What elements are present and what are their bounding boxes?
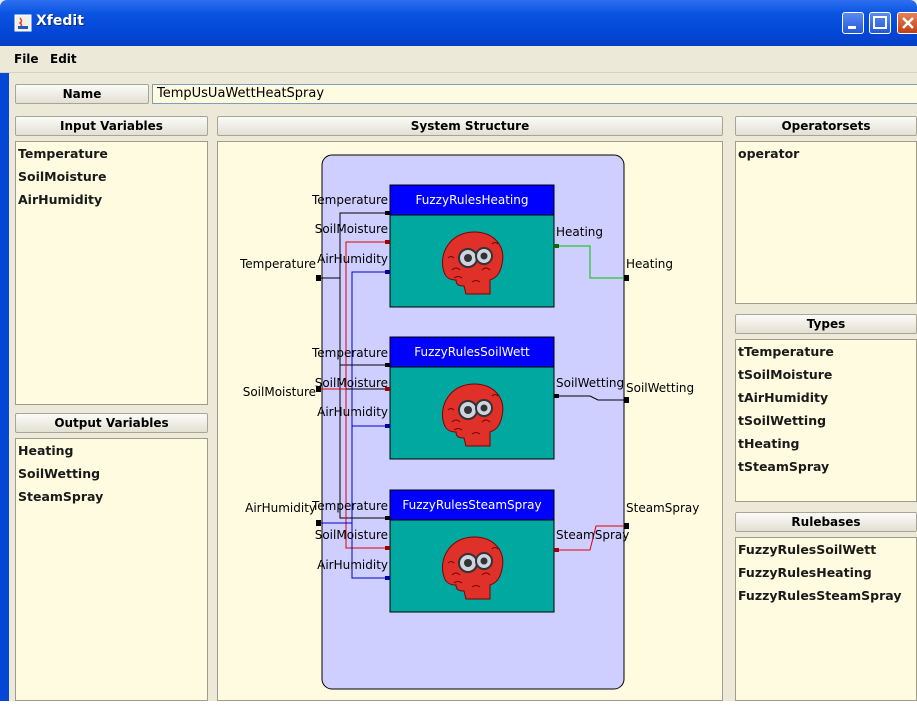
system-structure-panel[interactable]: FuzzyRulesHeating FuzzyRulesSoilWett Fuz…	[217, 141, 723, 701]
module-input-label: AirHumidity	[317, 558, 388, 572]
list-item[interactable]: SoilWetting	[16, 462, 207, 485]
list-item[interactable]: operator	[736, 142, 916, 165]
module-input-label: Temperature	[311, 193, 388, 207]
external-input-label: SoilMoisture	[243, 385, 316, 399]
maximize-button[interactable]	[869, 12, 891, 34]
list-item[interactable]: FuzzyRulesSoilWett	[736, 538, 916, 561]
module-input-label: SoilMoisture	[315, 376, 388, 390]
menu-edit[interactable]: Edit	[50, 52, 77, 66]
list-item[interactable]: Heating	[16, 439, 207, 462]
structure-diagram[interactable]: FuzzyRulesHeating FuzzyRulesSoilWett Fuz…	[218, 142, 722, 700]
output-variables-header[interactable]: Output Variables	[15, 413, 208, 433]
module-fuzzy-rules-soil-wett[interactable]: FuzzyRulesSoilWett	[389, 336, 555, 460]
menu-bar: File Edit	[0, 46, 917, 73]
input-variables-list[interactable]: Temperature SoilMoisture AirHumidity	[15, 141, 208, 405]
module-fuzzy-rules-steam-spray[interactable]: FuzzyRulesSteamSpray	[389, 489, 555, 613]
external-output-label: SoilWetting	[626, 381, 694, 395]
window-title: Xfedit	[36, 13, 84, 29]
window-left-border	[0, 46, 9, 706]
list-item[interactable]: FuzzyRulesHeating	[736, 561, 916, 584]
window-bottom-edge	[0, 701, 917, 706]
list-item[interactable]: Temperature	[16, 142, 207, 165]
types-header[interactable]: Types	[735, 314, 917, 334]
module-input-label: AirHumidity	[317, 405, 388, 419]
minimize-button[interactable]	[842, 12, 864, 34]
external-input-label: AirHumidity	[245, 501, 316, 515]
maximize-icon	[873, 16, 887, 29]
module-output-label: Heating	[556, 225, 603, 239]
module-title: FuzzyRulesSoilWett	[414, 345, 530, 359]
module-input-label: AirHumidity	[317, 252, 388, 266]
list-item[interactable]: AirHumidity	[16, 188, 207, 211]
list-item[interactable]: tAirHumidity	[736, 386, 916, 409]
module-input-label: Temperature	[311, 346, 388, 360]
title-bar: Xfedit	[0, 0, 917, 46]
module-input-label: SoilMoisture	[315, 528, 388, 542]
types-list[interactable]: tTemperature tSoilMoisture tAirHumidity …	[735, 339, 917, 502]
rulebases-header[interactable]: Rulebases	[735, 512, 917, 532]
name-field[interactable]: TempUsUaWettHeatSpray	[152, 84, 917, 104]
list-item[interactable]: tSoilMoisture	[736, 363, 916, 386]
list-item[interactable]: tSteamSpray	[736, 455, 916, 478]
list-item[interactable]: FuzzyRulesSteamSpray	[736, 584, 916, 607]
module-input-label: Temperature	[311, 499, 388, 513]
java-app-icon	[14, 14, 32, 32]
minimize-icon	[848, 26, 856, 29]
module-title: FuzzyRulesSteamSpray	[402, 498, 541, 512]
rulebases-list[interactable]: FuzzyRulesSoilWett FuzzyRulesHeating Fuz…	[735, 537, 917, 701]
input-variables-header[interactable]: Input Variables	[15, 116, 208, 136]
operatorsets-header[interactable]: Operatorsets	[735, 116, 917, 136]
external-output-label: Heating	[626, 257, 673, 271]
output-variables-list[interactable]: Heating SoilWetting SteamSpray	[15, 438, 208, 701]
list-item[interactable]: tTemperature	[736, 340, 916, 363]
operatorsets-list[interactable]: operator	[735, 141, 917, 304]
system-structure-header[interactable]: System Structure	[217, 116, 723, 136]
name-button[interactable]: Name	[15, 84, 149, 104]
module-output-label: SteamSpray	[556, 528, 629, 542]
module-fuzzy-rules-heating[interactable]: FuzzyRulesHeating	[389, 184, 555, 308]
menu-file[interactable]: File	[14, 52, 39, 66]
module-title: FuzzyRulesHeating	[416, 193, 529, 207]
external-input-label: Temperature	[239, 257, 316, 271]
external-output-label: SteamSpray	[626, 501, 699, 515]
module-output-label: SoilWetting	[556, 376, 624, 390]
module-input-label: SoilMoisture	[315, 222, 388, 236]
list-item[interactable]: SteamSpray	[16, 485, 207, 508]
close-button[interactable]	[897, 12, 917, 34]
list-item[interactable]: tHeating	[736, 432, 916, 455]
list-item[interactable]: SoilMoisture	[16, 165, 207, 188]
list-item[interactable]: tSoilWetting	[736, 409, 916, 432]
close-icon	[902, 17, 914, 29]
